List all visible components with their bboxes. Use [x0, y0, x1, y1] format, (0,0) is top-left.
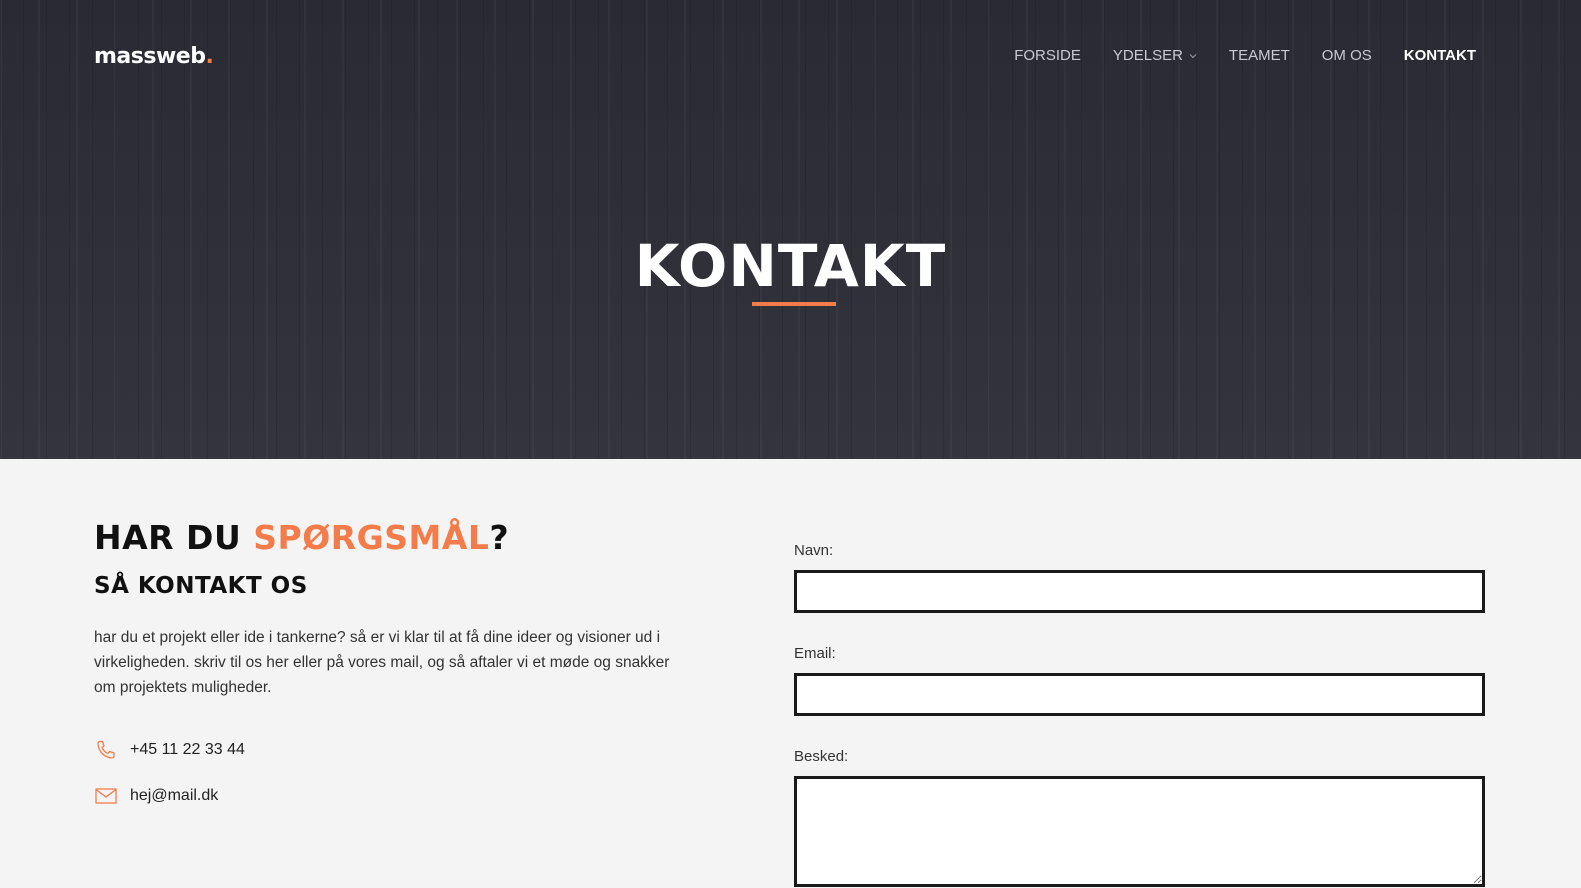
- message-field-group: Besked:: [794, 748, 1485, 887]
- chevron-down-icon: [1189, 53, 1197, 58]
- name-field-group: Navn:: [794, 542, 1485, 613]
- hero-section: massweb. FORSIDE YDELSER TEAMET OM OS KO…: [0, 0, 1581, 459]
- email-input[interactable]: [794, 673, 1485, 716]
- email-field-group: Email:: [794, 645, 1485, 716]
- logo-dot: .: [205, 44, 214, 69]
- contact-info-section: HAR DU SPØRGSMÅL? SÅ KONTAKT OS har du e…: [94, 518, 694, 808]
- contact-subheading: SÅ KONTAKT OS: [94, 573, 308, 599]
- name-label: Navn:: [794, 542, 834, 559]
- contact-heading-prefix: HAR DU: [94, 518, 254, 557]
- nav-item-forside[interactable]: FORSIDE: [1014, 47, 1081, 64]
- nav-item-ydelser[interactable]: YDELSER: [1113, 47, 1197, 64]
- phone-row: +45 11 22 33 44: [94, 738, 694, 762]
- phone-number[interactable]: +45 11 22 33 44: [130, 741, 245, 759]
- logo[interactable]: massweb.: [94, 44, 214, 69]
- nav-item-om-os[interactable]: OM OS: [1322, 47, 1372, 64]
- nav-item-teamet[interactable]: TEAMET: [1229, 47, 1290, 64]
- main-nav: FORSIDE YDELSER TEAMET OM OS KONTAKT: [982, 47, 1476, 64]
- contact-heading: HAR DU SPØRGSMÅL?: [94, 518, 694, 557]
- phone-icon: [97, 740, 115, 759]
- email-row: hej@mail.dk: [94, 784, 694, 808]
- contact-form: Navn: Email: Besked:: [794, 542, 1485, 887]
- message-label: Besked:: [794, 748, 849, 765]
- page-title: KONTAKT: [634, 232, 947, 300]
- logo-text: massweb: [94, 44, 206, 69]
- contact-heading-accent: SPØRGSMÅL: [253, 518, 490, 557]
- nav-item-ydelser-label: YDELSER: [1112, 47, 1183, 64]
- name-input[interactable]: [794, 570, 1485, 613]
- mail-icon: [95, 788, 117, 804]
- nav-item-kontakt[interactable]: KONTAKT: [1404, 47, 1476, 64]
- intro-text: har du et projekt eller ide i tankerne? …: [94, 629, 670, 696]
- email-address[interactable]: hej@mail.dk: [130, 787, 218, 805]
- message-textarea[interactable]: [794, 776, 1485, 887]
- contact-heading-suffix: ?: [489, 518, 510, 557]
- email-label: Email:: [794, 645, 836, 662]
- title-underline: [752, 302, 836, 306]
